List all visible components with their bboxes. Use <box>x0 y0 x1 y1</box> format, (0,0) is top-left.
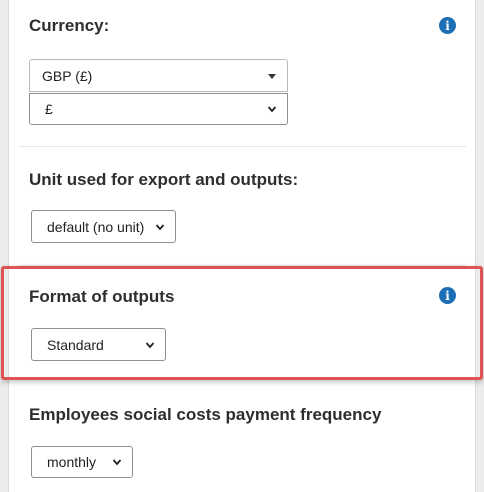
info-icon[interactable]: i <box>439 17 456 34</box>
currency-label: Currency: <box>29 16 110 35</box>
unit-select-value: default (no unit) <box>47 218 145 235</box>
unit-select[interactable]: default (no unit) <box>31 210 176 243</box>
chevron-down-icon <box>155 223 165 230</box>
social-costs-select[interactable]: monthly <box>31 446 133 478</box>
highlight-box <box>1 266 483 380</box>
caret-down-icon <box>268 73 276 79</box>
currency-symbol-value: £ <box>45 101 53 117</box>
currency-symbol-select[interactable]: £ <box>29 93 288 125</box>
settings-panel: Currency: i GBP (£) £ Unit used for expo… <box>8 0 476 492</box>
currency-select-value: GBP (£) <box>42 67 93 84</box>
currency-select[interactable]: GBP (£) <box>29 59 288 92</box>
section-divider <box>19 146 466 147</box>
social-costs-select-value: monthly <box>47 454 97 470</box>
social-costs-label: Employees social costs payment frequency <box>29 405 382 424</box>
unit-label: Unit used for export and outputs: <box>29 170 299 189</box>
chevron-down-icon <box>112 459 122 466</box>
chevron-down-icon <box>267 106 277 113</box>
